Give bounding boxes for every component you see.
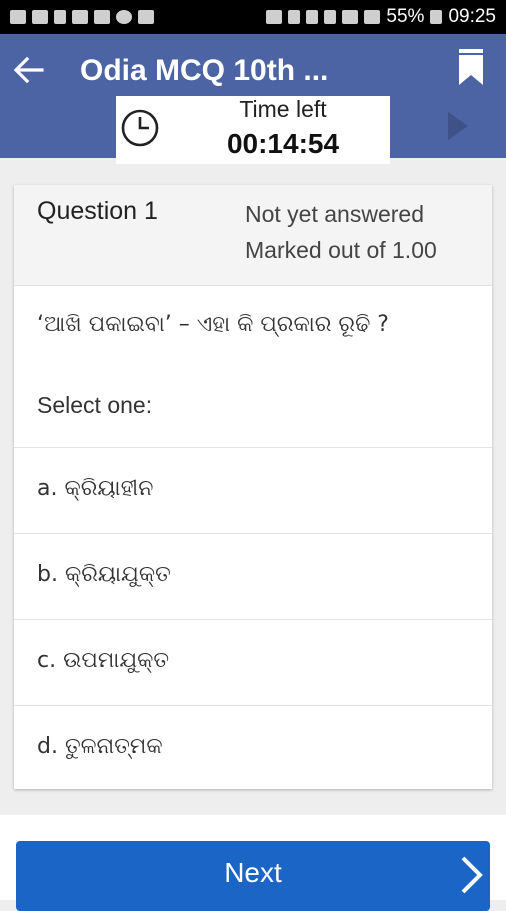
option-c[interactable]: c. ଉପମାଯୁକ୍ତ xyxy=(14,620,492,706)
timer-box: Time left 00:14:54 xyxy=(116,96,390,164)
option-b[interactable]: b. କ୍ରିୟାଯୁକ୍ତ xyxy=(14,534,492,620)
app-icon xyxy=(138,10,154,24)
nfc-icon xyxy=(266,10,283,24)
back-arrow-icon[interactable] xyxy=(12,54,44,86)
option-label: b. କ୍ରିୟାଯୁକ୍ତ xyxy=(37,562,171,587)
volte-icon xyxy=(306,10,319,24)
person-icon xyxy=(54,10,66,24)
clock-icon xyxy=(121,109,159,147)
clock-time: 09:25 xyxy=(448,6,496,27)
lte-signal-icon xyxy=(342,10,359,24)
option-label: d. ତୁଳନାତ୍ମକ xyxy=(37,734,163,759)
play-arrow-icon[interactable] xyxy=(446,110,470,142)
option-a[interactable]: a. କ୍ରିୟାହୀନ xyxy=(14,448,492,534)
option-label: a. କ୍ରିୟାହୀନ xyxy=(37,476,154,501)
youtube-icon xyxy=(72,10,88,24)
image-icon xyxy=(32,10,48,24)
question-status: Not yet answered xyxy=(245,201,424,227)
alarm-icon xyxy=(324,10,337,24)
question-number: Question 1 xyxy=(37,197,158,225)
mail-icon xyxy=(94,10,110,24)
app-bar: Odia MCQ 10th ... Time left 00:14:54 xyxy=(0,34,506,164)
chevron-right-icon xyxy=(461,856,483,894)
timer-value: 00:14:54 xyxy=(226,128,340,159)
select-prompt: Select one: xyxy=(37,392,153,418)
mute-icon xyxy=(288,10,301,24)
option-label: c. ଉପମାଯୁକ୍ତ xyxy=(37,648,170,673)
question-card: Question 1 Not yet answered Marked out o… xyxy=(14,185,492,789)
footer-bar: Next xyxy=(0,815,506,911)
next-button[interactable]: Next xyxy=(16,841,490,911)
battery-icon xyxy=(430,10,443,24)
signal-icon xyxy=(364,10,381,24)
timer-label: Time left xyxy=(239,96,327,122)
option-d[interactable]: d. ତୁଳନାତ୍ମକ xyxy=(14,706,492,791)
message-icon xyxy=(10,10,26,24)
page-title: Odia MCQ 10th ... xyxy=(80,54,329,87)
notification-icons xyxy=(10,10,154,24)
question-body: ‘ଆଖି ପକାଇବା’ – ଏହା କି ପ୍ରକାର ରୂଢି ? Sele… xyxy=(14,286,492,448)
question-marks: Marked out of 1.00 xyxy=(245,237,437,263)
question-header: Question 1 Not yet answered Marked out o… xyxy=(14,185,492,286)
status-bar: 55% 09:25 xyxy=(0,0,506,34)
whatsapp-icon xyxy=(116,10,132,24)
battery-percent: 55% xyxy=(386,6,425,27)
system-icons: 55% 09:25 xyxy=(266,6,496,28)
bookmark-icon[interactable] xyxy=(458,48,484,86)
question-text: ‘ଆଖି ପକାଇବା’ – ଏହା କି ପ୍ରକାର ରୂଢି ? xyxy=(37,312,389,337)
next-button-label: Next xyxy=(224,857,282,888)
